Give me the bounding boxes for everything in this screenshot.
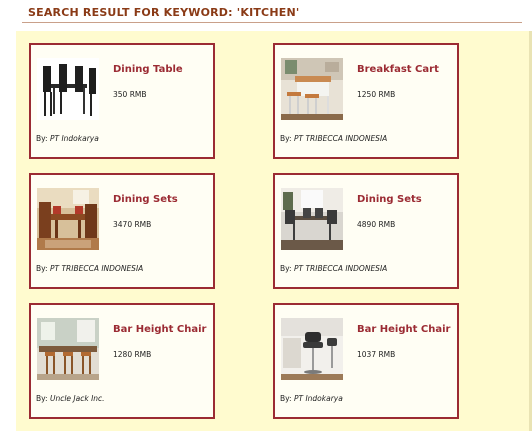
product-card[interactable]: Bar Height Chair 1280 RMB By: Uncle Jack… [29, 303, 215, 419]
seller-name: PT Indokarya [49, 134, 99, 143]
product-title[interactable]: Dining Sets [113, 194, 178, 205]
product-image[interactable] [37, 58, 99, 120]
product-image[interactable] [37, 188, 99, 250]
seller-name: PT TRIBECCA INDONESIA [293, 264, 388, 273]
product-image[interactable] [281, 188, 343, 250]
seller-name: PT Indokarya [293, 394, 343, 403]
product-price: 3470 RMB [113, 220, 152, 229]
seller-name: PT TRIBECCA INDONESIA [49, 264, 144, 273]
results-grid: Dining Table 350 RMB By: PT Indokarya Br… [16, 31, 532, 431]
product-seller: By: PT TRIBECCA INDONESIA [36, 264, 144, 273]
product-price: 1037 RMB [357, 350, 396, 359]
product-price: 350 RMB [113, 90, 147, 99]
seller-name: PT TRIBECCA INDONESIA [293, 134, 388, 143]
page-title: SEARCH RESULT FOR KEYWORD: 'KITCHEN' [28, 6, 300, 19]
product-seller: By: PT Indokarya [36, 134, 99, 143]
product-price: 1250 RMB [357, 90, 396, 99]
product-price: 1280 RMB [113, 350, 152, 359]
product-card[interactable]: Breakfast Cart 1250 RMB By: PT TRIBECCA … [273, 43, 459, 159]
product-seller: By: Uncle Jack Inc. [36, 394, 105, 403]
product-image[interactable] [37, 318, 99, 380]
product-card[interactable]: Bar Height Chair 1037 RMB By: PT Indokar… [273, 303, 459, 419]
results-header: SEARCH RESULT FOR KEYWORD: 'KITCHEN' [22, 0, 522, 23]
product-price: 4890 RMB [357, 220, 396, 229]
product-seller: By: PT TRIBECCA INDONESIA [280, 264, 388, 273]
product-card[interactable]: Dining Sets 3470 RMB By: PT TRIBECCA IND… [29, 173, 215, 289]
product-title[interactable]: Bar Height Chair [113, 324, 206, 335]
product-title[interactable]: Dining Sets [357, 194, 422, 205]
product-card[interactable]: Dining Sets 4890 RMB By: PT TRIBECCA IND… [273, 173, 459, 289]
seller-name: Uncle Jack Inc. [49, 394, 105, 403]
product-card[interactable]: Dining Table 350 RMB By: PT Indokarya [29, 43, 215, 159]
product-title[interactable]: Breakfast Cart [357, 64, 439, 75]
product-seller: By: PT TRIBECCA INDONESIA [280, 134, 388, 143]
product-title[interactable]: Bar Height Chair [357, 324, 450, 335]
product-seller: By: PT Indokarya [280, 394, 343, 403]
product-title[interactable]: Dining Table [113, 64, 183, 75]
product-image[interactable] [281, 58, 343, 120]
product-image[interactable] [281, 318, 343, 380]
